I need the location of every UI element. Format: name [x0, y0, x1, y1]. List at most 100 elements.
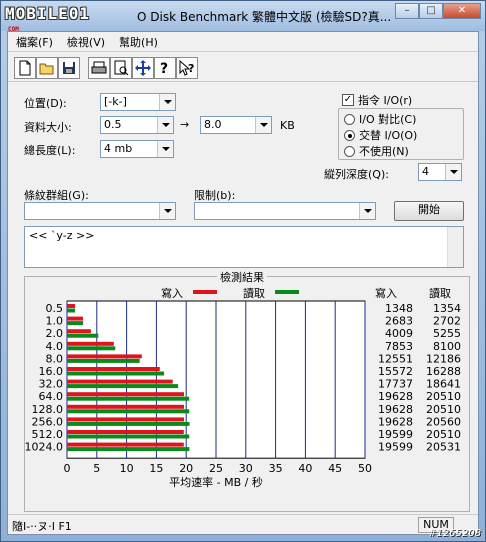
window-controls: – □ ✕ [395, 3, 481, 19]
x-tick-label: 20 [179, 462, 193, 475]
direct-io-checkbox[interactable]: ✓ 指令 I/O(r) [342, 92, 412, 108]
position-select[interactable]: [-k-] [100, 93, 176, 111]
read-bar [67, 346, 116, 351]
overlapped-io-radio[interactable]: 交替 I/O(O) [344, 127, 417, 143]
stripe-group-select[interactable] [24, 202, 176, 220]
chevron-down-icon[interactable] [159, 94, 175, 110]
x-tick-label: 10 [120, 462, 134, 475]
read-bar [67, 333, 99, 338]
read-value: 18641 [426, 378, 461, 391]
queue-depth-label: 縱列深度(Q): [324, 168, 389, 181]
help-icon[interactable]: ? [154, 56, 176, 79]
x-tick-label: 40 [298, 462, 312, 475]
minimize-button[interactable]: – [395, 3, 419, 19]
chevron-down-icon[interactable] [157, 117, 173, 133]
watermark: #1265208 [428, 528, 481, 539]
menu-view[interactable]: 檢視(V) [67, 34, 105, 50]
limit-select[interactable] [194, 202, 376, 220]
read-value: 20510 [426, 428, 461, 441]
category-label: 2.0 [46, 327, 64, 340]
read-bar [67, 396, 190, 401]
close-button[interactable]: ✕ [443, 3, 481, 19]
read-bar [67, 421, 190, 426]
write-bar [67, 329, 91, 334]
queue-depth-select[interactable]: 4 [418, 163, 462, 181]
write-value: 19628 [378, 403, 413, 416]
chevron-down-icon[interactable] [445, 164, 461, 180]
write-value: 19599 [378, 428, 413, 441]
write-value: 7853 [385, 340, 413, 353]
read-value: 20560 [426, 415, 461, 428]
disable-io-radio[interactable]: 不使用(N) [344, 143, 409, 159]
save-icon[interactable] [58, 56, 80, 79]
size-to-select[interactable]: 8.0 [200, 116, 272, 134]
read-bar [67, 434, 190, 439]
check-icon: ✓ [342, 94, 354, 106]
io-compare-radio[interactable]: I/O 對比(C) [344, 111, 416, 127]
category-label: 32.0 [39, 378, 64, 391]
x-tick-label: 15 [149, 462, 163, 475]
log-textarea[interactable]: << `y-z >> [24, 226, 464, 268]
write-bar [67, 354, 142, 359]
maximize-button[interactable]: □ [419, 3, 443, 19]
window-title: O Disk Benchmark 繁體中文版 (檢驗SD?真... [137, 10, 392, 24]
chevron-down-icon[interactable] [159, 203, 175, 219]
read-value: 5255 [433, 327, 461, 340]
write-bar [67, 304, 76, 308]
menu-help[interactable]: 幫助(H) [119, 34, 158, 50]
write-bar [67, 316, 83, 321]
category-label: 4.0 [46, 340, 64, 353]
log-scrollbar[interactable] [447, 227, 463, 267]
category-label: 256.0 [32, 415, 64, 428]
read-value: 1354 [433, 302, 461, 315]
read-bar [67, 409, 190, 414]
read-bar [67, 371, 165, 376]
read-bar [67, 447, 190, 452]
stripe-group-label: 條紋群組(G): [24, 189, 89, 202]
write-value: 15572 [378, 365, 413, 378]
context-help-icon[interactable]: ? [176, 56, 198, 79]
log-text: << `y-z >> [29, 229, 95, 242]
x-tick-label: 0 [64, 462, 71, 475]
write-bar [67, 442, 184, 447]
read-value: 16288 [426, 365, 461, 378]
print-preview-icon[interactable] [110, 56, 132, 79]
total-length-select[interactable]: 4 mb [100, 140, 174, 158]
app-window: MOBILE01 COM O Disk Benchmark 繁體中文版 (檢驗S… [0, 0, 486, 542]
read-value: 20510 [426, 390, 461, 403]
write-bar [67, 392, 184, 397]
x-tick-label: 45 [328, 462, 342, 475]
x-tick-label: 30 [239, 462, 253, 475]
x-axis-label: 平均速率 - MB / 秒 [169, 475, 263, 489]
read-bar [67, 384, 179, 389]
svg-text:?: ? [160, 61, 168, 76]
write-bar [67, 379, 173, 384]
new-icon[interactable] [14, 56, 36, 79]
read-bar [67, 358, 140, 363]
io-compare-label: I/O 對比(C) [359, 113, 417, 126]
title-bar[interactable]: MOBILE01 COM O Disk Benchmark 繁體中文版 (檢驗S… [1, 1, 485, 33]
category-label: 64.0 [39, 390, 64, 403]
write-value: 12551 [378, 352, 413, 365]
print-icon[interactable] [88, 56, 110, 79]
client-area: 檔案(F) 檢視(V) 幫助(H) ? ? 位置(D): [-k-] 資料大小:… [7, 31, 479, 535]
write-value: 17737 [378, 378, 413, 391]
x-tick-label: 35 [269, 462, 283, 475]
size-from-select[interactable]: 0.5 [100, 116, 174, 134]
x-tick-label: 5 [93, 462, 100, 475]
open-icon[interactable] [36, 56, 58, 79]
total-length-value: 4 mb [104, 142, 133, 155]
read-value: 20510 [426, 403, 461, 416]
move-icon[interactable] [132, 56, 154, 79]
chevron-down-icon[interactable] [359, 203, 375, 219]
chevron-down-icon[interactable] [255, 117, 271, 133]
radio-off-icon [344, 113, 355, 125]
menu-file[interactable]: 檔案(F) [16, 34, 53, 50]
start-button[interactable]: 開始 [394, 201, 464, 221]
category-label: 1.0 [46, 315, 64, 328]
radio-on-icon [344, 129, 355, 141]
chevron-down-icon[interactable] [157, 141, 173, 157]
read-bar [67, 321, 84, 326]
write-bar [67, 404, 184, 409]
size-from-value: 0.5 [104, 118, 122, 131]
